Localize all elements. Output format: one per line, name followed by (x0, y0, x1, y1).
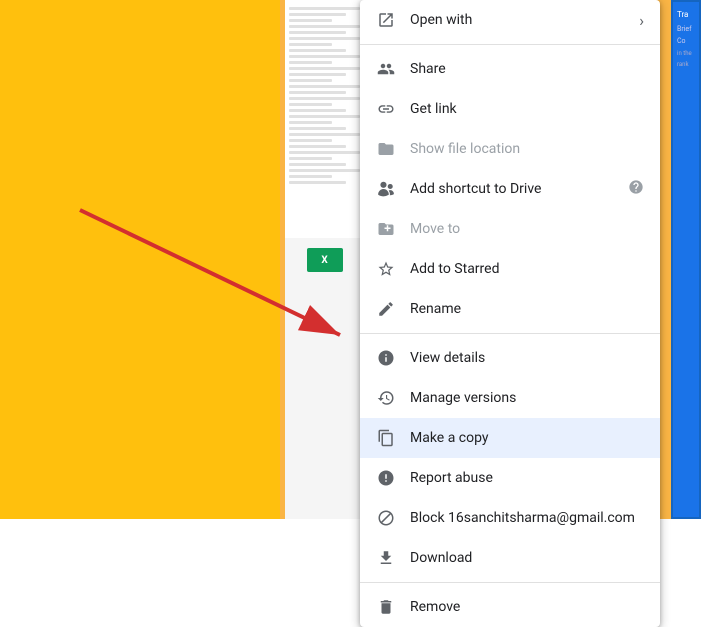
menu-item-report-abuse-label: Report abuse (410, 470, 644, 486)
link-icon (376, 99, 396, 119)
open-with-icon (376, 10, 396, 30)
excel-badge: X (307, 248, 343, 272)
menu-item-add-starred[interactable]: Add to Starred (360, 249, 660, 289)
menu-item-view-details-label: View details (410, 350, 644, 366)
divider-2 (360, 333, 660, 334)
menu-item-move-to-label: Move to (410, 221, 644, 237)
copy-icon (376, 428, 396, 448)
menu-item-rename[interactable]: Rename (360, 289, 660, 329)
shortcut-icon (376, 179, 396, 199)
menu-item-open-with[interactable]: Open with › (360, 0, 660, 40)
help-icon (628, 179, 644, 199)
right-panel: Tra Brief Co in the rank (671, 0, 701, 519)
menu-item-show-file-location: Show file location (360, 129, 660, 169)
doc-thumbnail (285, 0, 365, 240)
divider-3 (360, 582, 660, 583)
file-icons-area: X (285, 238, 365, 519)
menu-item-rename-label: Rename (410, 301, 644, 317)
menu-item-open-with-label: Open with (410, 12, 639, 28)
menu-item-move-to: Move to (360, 209, 660, 249)
right-panel-text: Tra Brief Co in the rank (673, 2, 699, 79)
menu-item-add-shortcut-label: Add shortcut to Drive (410, 181, 620, 197)
star-icon (376, 259, 396, 279)
info-icon (376, 348, 396, 368)
left-panel (0, 0, 280, 519)
menu-item-get-link-label: Get link (410, 101, 644, 117)
menu-item-get-link[interactable]: Get link (360, 89, 660, 129)
share-icon (376, 59, 396, 79)
menu-item-add-shortcut[interactable]: Add shortcut to Drive (360, 169, 660, 209)
menu-item-download[interactable]: Download (360, 538, 660, 578)
report-icon (376, 468, 396, 488)
menu-item-make-copy[interactable]: Make a copy (360, 418, 660, 458)
versions-icon (376, 388, 396, 408)
download-icon (376, 548, 396, 568)
block-icon (376, 508, 396, 528)
menu-item-remove-label: Remove (410, 599, 644, 615)
menu-item-download-label: Download (410, 550, 644, 566)
menu-item-show-file-location-label: Show file location (410, 141, 644, 157)
divider-1 (360, 44, 660, 45)
menu-item-add-starred-label: Add to Starred (410, 261, 644, 277)
menu-item-block-user[interactable]: Block 16sanchitsharma@gmail.com (360, 498, 660, 538)
menu-item-share-label: Share (410, 61, 644, 77)
menu-item-remove[interactable]: Remove (360, 587, 660, 627)
menu-item-make-copy-label: Make a copy (410, 430, 644, 446)
menu-item-block-user-label: Block 16sanchitsharma@gmail.com (410, 510, 644, 526)
menu-item-view-details[interactable]: View details (360, 338, 660, 378)
folder-icon (376, 139, 396, 159)
context-menu: Open with › Share Get link Show file loc… (360, 0, 660, 627)
trash-icon (376, 597, 396, 617)
menu-item-manage-versions[interactable]: Manage versions (360, 378, 660, 418)
menu-item-manage-versions-label: Manage versions (410, 390, 644, 406)
submenu-arrow-icon: › (639, 11, 644, 30)
menu-item-report-abuse[interactable]: Report abuse (360, 458, 660, 498)
menu-item-share[interactable]: Share (360, 49, 660, 89)
rename-icon (376, 299, 396, 319)
move-icon (376, 219, 396, 239)
